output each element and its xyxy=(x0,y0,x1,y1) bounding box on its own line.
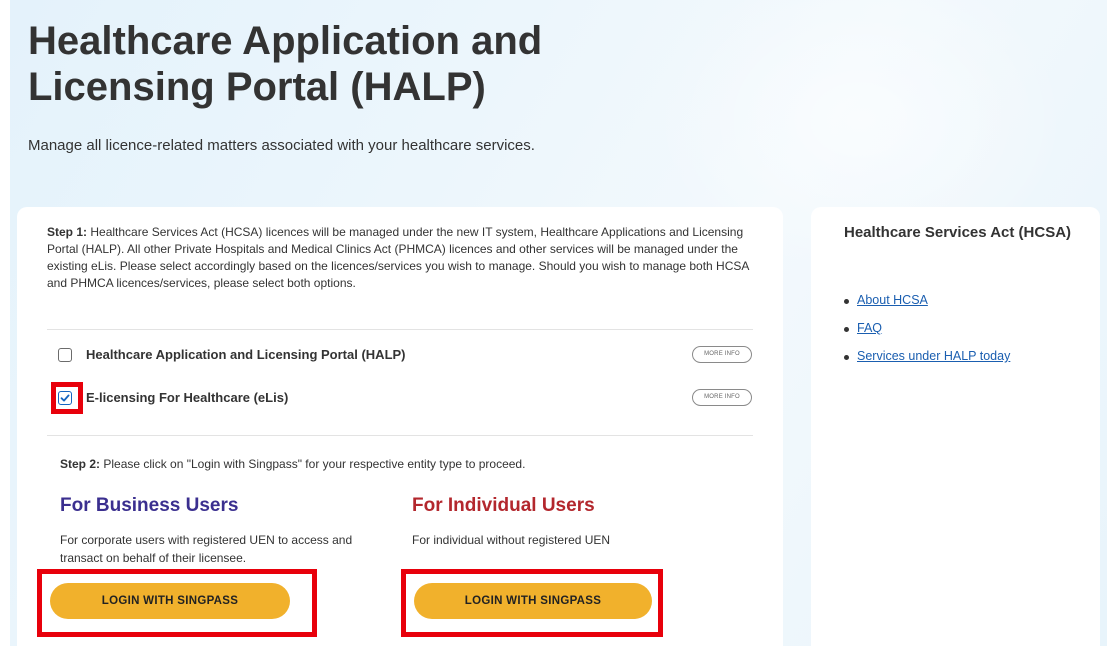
individual-users-description: For individual without registered UEN xyxy=(412,533,611,547)
option-elis-label: E-licensing For Healthcare (eLis) xyxy=(86,390,289,405)
individual-users-section: For Individual Users For individual with… xyxy=(412,495,732,549)
business-users-heading: For Business Users xyxy=(60,495,239,516)
individual-login-singpass-button[interactable]: LOGIN WITH SINGPASS xyxy=(414,583,652,619)
business-users-description: For corporate users with registered UEN … xyxy=(60,533,353,565)
sidebar-title: Healthcare Services Act (HCSA) xyxy=(844,224,1072,241)
sidebar-link-item: FAQ xyxy=(844,321,1010,349)
services-under-halp-link[interactable]: Services under HALP today xyxy=(857,349,1010,363)
sidebar-links: About HCSA FAQ Services under HALP today xyxy=(844,293,1010,377)
page-title: Healthcare Application and Licensing Por… xyxy=(28,19,543,109)
sidebar-link-item: Services under HALP today xyxy=(844,349,1010,377)
business-login-highlight-box: LOGIN WITH SINGPASS xyxy=(37,569,317,637)
step2-label: Step 2: xyxy=(60,457,101,471)
business-login-singpass-button[interactable]: LOGIN WITH SINGPASS xyxy=(50,583,290,619)
business-users-section: For Business Users For corporate users w… xyxy=(60,495,360,567)
checkbox-highlight-box xyxy=(51,382,83,414)
halp-more-info-button[interactable]: MORE INFO xyxy=(692,346,752,363)
step2-text: Please click on "Login with Singpass" fo… xyxy=(100,457,526,471)
elis-more-info-button[interactable]: MORE INFO xyxy=(692,389,752,406)
step1-label: Step 1: xyxy=(47,225,88,239)
step1-text: Healthcare Services Act (HCSA) licences … xyxy=(47,225,749,290)
faq-link[interactable]: FAQ xyxy=(857,321,882,335)
divider xyxy=(47,435,753,436)
about-hcsa-link[interactable]: About HCSA xyxy=(857,293,928,307)
divider xyxy=(47,329,753,330)
option-elis[interactable]: E-licensing For Healthcare (eLis) MORE I… xyxy=(58,388,753,410)
halp-checkbox[interactable] xyxy=(58,348,72,362)
page-subtitle: Manage all licence-related matters assoc… xyxy=(28,137,535,154)
sidebar-link-item: About HCSA xyxy=(844,293,1010,321)
step1-instructions: Step 1: Healthcare Services Act (HCSA) l… xyxy=(47,224,759,292)
option-halp-label: Healthcare Application and Licensing Por… xyxy=(86,347,406,362)
login-selection-card: Step 1: Healthcare Services Act (HCSA) l… xyxy=(17,207,783,657)
individual-users-heading: For Individual Users xyxy=(412,495,595,516)
option-halp[interactable]: Healthcare Application and Licensing Por… xyxy=(58,345,753,367)
hcsa-info-card: Healthcare Services Act (HCSA) About HCS… xyxy=(811,207,1100,657)
individual-login-highlight-box: LOGIN WITH SINGPASS xyxy=(401,569,663,637)
step2-instructions: Step 2: Please click on "Login with Sing… xyxy=(60,457,525,471)
